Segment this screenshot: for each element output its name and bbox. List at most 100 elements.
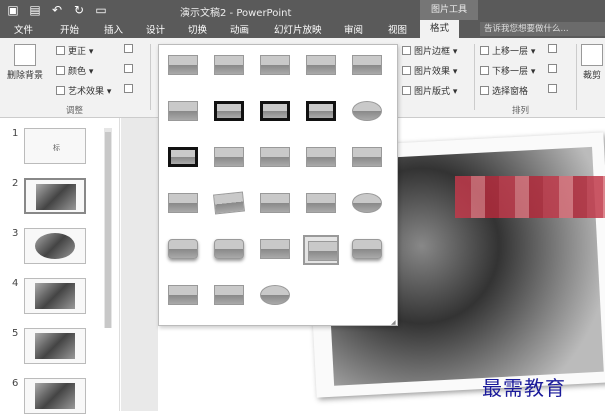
tab-format[interactable]: 格式 [420, 20, 460, 38]
remove-background-button[interactable]: 删除背景 [4, 44, 46, 81]
rotate-button[interactable] [548, 84, 560, 95]
change-picture-button[interactable] [124, 64, 136, 75]
remove-background-label: 删除背景 [6, 71, 43, 81]
picture-style-option[interactable] [303, 97, 339, 127]
tab-design[interactable]: 设计 [146, 22, 165, 36]
picture-border-button[interactable]: 图片边框 ▾ [402, 44, 457, 57]
thumbnail-picture [35, 333, 75, 359]
picture-style-option[interactable] [165, 189, 201, 219]
picture-style-option[interactable] [257, 189, 293, 219]
color-label: 颜色 ▾ [68, 67, 94, 77]
quick-access-toolbar: ▣ ▤ ↶ ↻ ▭ [6, 3, 108, 17]
corrections-button[interactable]: 更正 ▾ [56, 44, 93, 57]
picture-style-option[interactable] [349, 189, 385, 219]
tab-file[interactable]: 文件 [14, 22, 33, 36]
picture-style-option[interactable] [211, 143, 247, 173]
slide-number: 1 [12, 128, 19, 139]
picture-style-option[interactable] [303, 189, 339, 219]
artistic-effects-icon [56, 86, 65, 95]
tell-me-search[interactable]: 告诉我您想要做什么... [480, 22, 605, 36]
slide-thumbnail-2[interactable] [24, 178, 86, 214]
picture-style-option[interactable] [211, 235, 247, 265]
group-button[interactable] [548, 64, 560, 75]
crop-label: 裁剪 [582, 71, 601, 81]
thumbnail-picture [35, 383, 75, 409]
save-icon[interactable]: ▤ [28, 3, 42, 17]
picture-style-preview [260, 55, 290, 75]
picture-style-preview [214, 101, 244, 121]
gallery-resize-handle[interactable]: ◢ [391, 319, 397, 326]
picture-style-option[interactable] [165, 281, 201, 311]
picture-style-option[interactable] [211, 97, 247, 127]
document-title: 演示文稿2 - PowerPoint [180, 8, 292, 19]
picture-style-option[interactable] [349, 143, 385, 173]
tab-animations[interactable]: 动画 [230, 22, 249, 36]
redo-icon[interactable]: ↻ [72, 3, 86, 17]
picture-style-option[interactable] [257, 281, 293, 311]
picture-style-option[interactable] [257, 143, 293, 173]
picture-style-option[interactable] [211, 189, 247, 219]
slide-thumbnail-4[interactable] [24, 278, 86, 314]
picture-style-option[interactable] [349, 235, 385, 265]
picture-style-option[interactable] [165, 143, 201, 173]
redacted-overlay [455, 176, 605, 218]
crop-button[interactable]: 裁剪 [580, 44, 604, 81]
picture-style-preview [306, 193, 336, 213]
group-icon [548, 64, 557, 73]
picture-style-option[interactable] [257, 97, 293, 127]
change-picture-icon [124, 64, 133, 73]
ribbon-separator [576, 44, 577, 110]
scrollbar-thumb[interactable] [105, 132, 111, 328]
picture-style-preview [260, 239, 290, 259]
picture-style-preview [168, 101, 198, 121]
slide-thumbnail-3[interactable] [24, 228, 86, 264]
picture-style-option[interactable] [211, 281, 247, 311]
picture-style-option[interactable] [303, 235, 339, 265]
picture-style-preview [214, 147, 244, 167]
picture-style-option[interactable] [211, 51, 247, 81]
color-button[interactable]: 颜色 ▾ [56, 64, 93, 77]
picture-style-option[interactable] [165, 51, 201, 81]
picture-style-option[interactable] [303, 51, 339, 81]
selection-pane-button[interactable]: 选择窗格 [480, 84, 528, 97]
picture-style-preview [260, 147, 290, 167]
undo-icon[interactable]: ↶ [50, 3, 64, 17]
picture-layout-button[interactable]: 图片版式 ▾ [402, 84, 457, 97]
picture-style-option[interactable] [349, 51, 385, 81]
bring-forward-icon [480, 46, 489, 55]
slide-thumbnail-1[interactable]: 标 [24, 128, 86, 164]
picture-style-option[interactable] [165, 235, 201, 265]
picture-style-option[interactable] [165, 97, 201, 127]
tab-insert[interactable]: 插入 [104, 22, 123, 36]
align-icon [548, 44, 557, 53]
tab-review[interactable]: 审阅 [344, 22, 363, 36]
compress-pictures-button[interactable] [124, 44, 136, 55]
picture-style-option[interactable] [349, 97, 385, 127]
picture-styles-gallery[interactable]: ◢ [158, 44, 398, 326]
picture-style-option[interactable] [257, 51, 293, 81]
slide-thumbnail-text: 标 [53, 144, 60, 152]
picture-style-preview [306, 101, 336, 121]
slide-thumbnail-5[interactable] [24, 328, 86, 364]
slide-thumbnail-6[interactable] [24, 378, 86, 414]
picture-style-option[interactable] [303, 143, 339, 173]
tab-transitions[interactable]: 切换 [188, 22, 207, 36]
reset-picture-button[interactable] [124, 84, 136, 95]
picture-style-preview [260, 193, 290, 213]
slideshow-start-icon[interactable]: ▭ [94, 3, 108, 17]
artistic-effects-button[interactable]: 艺术效果 ▾ [56, 84, 111, 97]
ppt-logo-icon: ▣ [7, 3, 19, 17]
slide-number: 5 [12, 328, 19, 339]
thumbnail-scrollbar[interactable] [104, 128, 112, 328]
picture-style-preview [306, 55, 336, 75]
picture-style-option[interactable] [257, 235, 293, 265]
picture-effects-button[interactable]: 图片效果 ▾ [402, 64, 457, 77]
tab-view[interactable]: 视图 [388, 22, 407, 36]
tab-home[interactable]: 开始 [60, 22, 79, 36]
selection-pane-icon [480, 86, 489, 95]
picture-effects-label: 图片效果 ▾ [414, 67, 458, 77]
bring-forward-button[interactable]: 上移一层 ▾ [480, 44, 535, 57]
align-button[interactable] [548, 44, 560, 55]
tab-slideshow[interactable]: 幻灯片放映 [274, 22, 322, 36]
send-backward-button[interactable]: 下移一层 ▾ [480, 64, 535, 77]
